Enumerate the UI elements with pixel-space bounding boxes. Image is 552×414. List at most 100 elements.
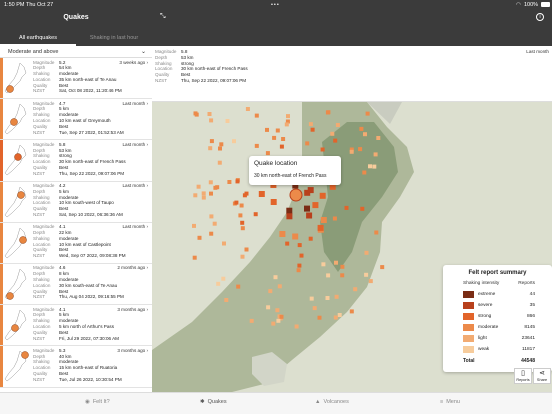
felt-report-square [368, 164, 372, 169]
quake-list-item[interactable]: Magnitude 5.3 Depth 40 km Shaking moderate … [0, 346, 152, 388]
legend-row-severe: severe 35 [463, 301, 543, 311]
felt-report-square [281, 137, 286, 141]
felt-report-square [270, 199, 277, 205]
volcano-icon: ▲ [315, 399, 321, 405]
felt-report-square [258, 191, 265, 197]
felt-report-square [349, 149, 354, 154]
felt-report-square [276, 318, 281, 323]
nav-quakes[interactable]: ✱ Quakes [200, 399, 227, 405]
quake-list-item[interactable]: Magnitude 4.6 Depth 8 km Shaking moderate L… [0, 263, 152, 306]
detail-panel: ⤡ i Magnitude 5.8 Depth 53 km Shaking stron… [152, 9, 552, 392]
info-icon[interactable]: i [536, 13, 544, 21]
status-time: 1:50 PM [4, 1, 25, 8]
legend-swatch [463, 324, 474, 331]
quakes-icon: ✱ [200, 399, 205, 405]
quake-list-item[interactable]: Magnitude 4.2 Depth 5 km Shaking moderate L… [0, 181, 152, 223]
felt-report-square [372, 164, 377, 169]
felt-report-square [325, 110, 330, 115]
bottom-nav: ◉ Felt It? ✱ Quakes ▲ Volcanoes ≡ Menu [0, 392, 552, 414]
share-button[interactable]: ⋖ Share [533, 368, 551, 384]
intensity-bar [0, 346, 3, 387]
felt-report-square [332, 216, 337, 221]
nz-map-thumbnail [4, 309, 27, 341]
felt-report-square [317, 224, 324, 231]
felt-report-square [340, 273, 345, 278]
legend-swatch [463, 346, 474, 353]
felt-report-square [309, 296, 314, 301]
felt-report-square [334, 294, 339, 299]
felt-report-square [296, 268, 301, 273]
felt-report-square [285, 241, 290, 246]
nav-menu[interactable]: ≡ Menu [440, 399, 460, 405]
felt-report-square [244, 191, 249, 196]
felt-report-square [337, 313, 342, 317]
felt-report-square [208, 180, 213, 185]
quake-details: Magnitude 4.2 Depth 5 km Shaking moderate L… [33, 183, 123, 218]
felt-report-square [271, 321, 276, 326]
legend-swatch [463, 291, 474, 298]
right-header: ⤡ i [152, 9, 552, 46]
felt-report-square [207, 112, 212, 116]
share-icon: ⋖ [539, 370, 545, 377]
felt-report-square [312, 202, 319, 209]
felt-report-square [325, 296, 330, 300]
tab-all-earthquakes[interactable]: All earthquakes [0, 33, 76, 46]
quake-details: Magnitude 4.6 Depth 8 km Shaking moderate L… [33, 265, 124, 300]
tab-bar: All earthquakes Shaking in last hour [0, 33, 152, 46]
intensity-bar [0, 99, 3, 140]
nav-felt-it[interactable]: ◉ Felt It? [85, 399, 110, 405]
felt-report-square [192, 223, 196, 228]
felt-report-square [306, 212, 313, 219]
felt-report-square [279, 144, 284, 149]
felt-report-square [286, 207, 293, 214]
quake-list-item[interactable]: Magnitude 4.7 Depth 5 km Shaking moderate L… [0, 99, 152, 141]
felt-report-square [209, 139, 214, 144]
quake-age: 3 months ago › [117, 347, 148, 353]
felt-report-square [236, 284, 241, 289]
felt-report-square [305, 141, 310, 146]
felt-report-square [273, 275, 278, 280]
legend-swatch [463, 335, 474, 342]
quake-list-item[interactable]: Magnitude 5.8 Depth 53 km Shaking strong Lo… [0, 140, 152, 182]
legend-swatch [463, 313, 474, 320]
felt-report-square [245, 107, 250, 111]
felt-report-square [308, 236, 313, 241]
felt-reports-map[interactable]: Quake location 30 km north-east of Frenc… [152, 102, 552, 392]
felt-report-square [279, 314, 284, 319]
felt-report-square [219, 142, 224, 147]
nz-map-thumbnail [4, 227, 27, 259]
felt-report-square [216, 281, 221, 286]
felt-report-square [244, 247, 249, 252]
expand-icon[interactable]: ⤡ [160, 13, 166, 21]
tab-shaking-last-hour[interactable]: Shaking in last hour [76, 33, 152, 46]
felt-report-square [286, 114, 290, 119]
quake-list-item[interactable]: Magnitude 5.2 Depth 54 km Shaking moderate … [0, 58, 152, 100]
legend-row-extreme: extreme 44 [463, 290, 543, 300]
felt-report-square [209, 214, 214, 219]
felt-report-square [212, 221, 217, 226]
felt-report-square [363, 132, 367, 137]
legend-col-intensity: Shaking intensity [463, 281, 500, 286]
quake-age: 2 months ago › [117, 265, 148, 271]
felt-icon: ◉ [85, 399, 90, 405]
intensity-bar [0, 305, 3, 346]
quake-location-popup: Quake location 30 km north-east of Frenc… [249, 156, 341, 185]
felt-report-square [294, 324, 299, 329]
felt-report-square [232, 139, 236, 144]
felt-report-square [320, 147, 325, 152]
intensity-filter[interactable]: Moderate and above ⌄ [0, 46, 152, 58]
nav-volcanoes[interactable]: ▲ Volcanoes [315, 399, 349, 405]
quake-list-item[interactable]: Magnitude 4.1 Depth 5 km Shaking moderate L… [0, 305, 152, 347]
quake-age: Last month › [122, 141, 148, 147]
legend-row-moderate: moderate 8145 [463, 323, 543, 333]
nz-map-thumbnail [4, 268, 27, 300]
felt-report-square [330, 131, 335, 136]
felt-report-square [279, 231, 286, 237]
felt-report-square [277, 284, 282, 289]
reports-button[interactable]: ▯ Reports [514, 368, 532, 384]
legend-row-weak: weak 11817 [463, 345, 543, 355]
felt-report-square [201, 195, 206, 200]
quake-list-item[interactable]: Magnitude 4.1 Depth 22 km Shaking moderate … [0, 222, 152, 264]
felt-report-square [265, 127, 269, 132]
felt-report-square [221, 276, 226, 281]
